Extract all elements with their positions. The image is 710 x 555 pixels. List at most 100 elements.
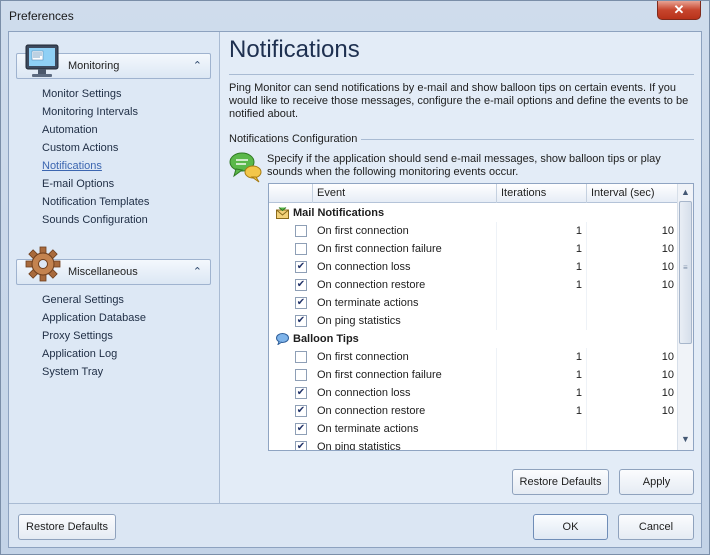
config-description: Specify if the application should send e…: [267, 153, 661, 178]
event-checkbox[interactable]: [295, 243, 307, 255]
close-button[interactable]: ✕: [657, 1, 701, 20]
event-checkbox[interactable]: ✔: [295, 423, 307, 435]
interval-cell[interactable]: [587, 438, 678, 450]
scroll-up-arrow-icon[interactable]: ▲: [681, 187, 690, 197]
interval-cell[interactable]: 10: [587, 240, 678, 258]
restore-defaults-button[interactable]: Restore Defaults: [512, 469, 609, 495]
nav-item-application-log[interactable]: Application Log: [42, 345, 146, 363]
event-checkbox[interactable]: ✔: [295, 405, 307, 417]
nav-item-system-tray[interactable]: System Tray: [42, 363, 146, 381]
footer-restore-defaults-button[interactable]: Restore Defaults: [18, 514, 116, 540]
balloon-tip-icon: [276, 333, 289, 345]
collapse-chevron-icon[interactable]: ⌃: [193, 59, 202, 72]
nav-item-notifications[interactable]: Notifications: [42, 157, 149, 175]
nav-group-miscellaneous-header[interactable]: Miscellaneous ⌃: [16, 246, 211, 285]
interval-cell[interactable]: [587, 420, 678, 438]
interval-cell[interactable]: [587, 294, 678, 312]
title-divider: [229, 74, 694, 75]
event-checkbox[interactable]: [295, 369, 307, 381]
iterations-cell[interactable]: 1: [497, 366, 587, 384]
nav-item-proxy-settings[interactable]: Proxy Settings: [42, 327, 146, 345]
interval-cell[interactable]: [587, 312, 678, 330]
event-cell: On terminate actions: [313, 420, 497, 438]
event-checkbox[interactable]: ✔: [295, 261, 307, 273]
interval-cell[interactable]: 10: [587, 276, 678, 294]
event-cell: On connection restore: [313, 276, 497, 294]
event-cell: On connection loss: [313, 384, 497, 402]
cancel-button[interactable]: Cancel: [618, 514, 694, 540]
apply-button[interactable]: Apply: [619, 469, 694, 495]
column-header-event[interactable]: Event: [313, 184, 497, 203]
iterations-cell[interactable]: 1: [497, 222, 587, 240]
iterations-cell[interactable]: 1: [497, 258, 587, 276]
nav-item-monitor-settings[interactable]: Monitor Settings: [42, 85, 149, 103]
monitor-icon: [25, 44, 59, 77]
checkbox-cell: ✔: [269, 420, 313, 438]
event-checkbox[interactable]: ✔: [295, 441, 307, 450]
table-row[interactable]: On first connection failure 1 10: [269, 240, 678, 258]
event-checkbox[interactable]: ✔: [295, 315, 307, 327]
iterations-cell[interactable]: 1: [497, 348, 587, 366]
iterations-cell[interactable]: 1: [497, 240, 587, 258]
nav-group-monitoring-header[interactable]: Monitoring ⌃: [16, 44, 211, 79]
nav-item-application-database[interactable]: Application Database: [42, 309, 146, 327]
iterations-cell[interactable]: 1: [497, 384, 587, 402]
nav-item-notification-templates[interactable]: Notification Templates: [42, 193, 149, 211]
iterations-cell[interactable]: 1: [497, 276, 587, 294]
ok-button[interactable]: OK: [533, 514, 608, 540]
interval-cell[interactable]: 10: [587, 366, 678, 384]
nav-item-sounds-configuration[interactable]: Sounds Configuration: [42, 211, 149, 229]
checkbox-cell: [269, 348, 313, 366]
table-row[interactable]: ✔ On ping statistics: [269, 312, 678, 330]
collapse-chevron-icon[interactable]: ⌃: [193, 265, 202, 278]
grid-header: Event Iterations Interval (sec): [269, 184, 678, 203]
checkbox-cell: ✔: [269, 384, 313, 402]
table-row[interactable]: ✔ On terminate actions: [269, 420, 678, 438]
grid-group-row[interactable]: Balloon Tips: [269, 330, 678, 348]
iterations-cell[interactable]: 1: [497, 402, 587, 420]
checkbox-cell: [269, 366, 313, 384]
table-row[interactable]: On first connection failure 1 10: [269, 366, 678, 384]
table-row[interactable]: On first connection 1 10: [269, 348, 678, 366]
event-checkbox[interactable]: ✔: [295, 279, 307, 291]
event-cell: On first connection: [313, 348, 497, 366]
table-row[interactable]: ✔ On connection restore 1 10: [269, 276, 678, 294]
event-checkbox[interactable]: ✔: [295, 297, 307, 309]
column-header-interval[interactable]: Interval (sec): [587, 184, 678, 203]
nav-item-automation[interactable]: Automation: [42, 121, 149, 139]
nav-group-title: Miscellaneous: [68, 266, 138, 278]
table-row[interactable]: ✔ On terminate actions: [269, 294, 678, 312]
nav-item-general-settings[interactable]: General Settings: [42, 291, 146, 309]
checkbox-cell: [269, 240, 313, 258]
table-row[interactable]: ✔ On ping statistics: [269, 438, 678, 450]
iterations-cell[interactable]: [497, 420, 587, 438]
notifications-grid[interactable]: Event Iterations Interval (sec) Mail Not…: [268, 183, 694, 451]
interval-cell[interactable]: 10: [587, 384, 678, 402]
table-row[interactable]: ✔ On connection restore 1 10: [269, 402, 678, 420]
dialog-client: Monitoring ⌃ Monitor Settings Monitoring…: [8, 31, 702, 548]
table-row[interactable]: On first connection 1 10: [269, 222, 678, 240]
table-row[interactable]: ✔ On connection loss 1 10: [269, 384, 678, 402]
interval-cell[interactable]: 10: [587, 258, 678, 276]
iterations-cell[interactable]: [497, 312, 587, 330]
table-row[interactable]: ✔ On connection loss 1 10: [269, 258, 678, 276]
scrollbar-thumb[interactable]: ≡: [679, 201, 692, 344]
nav-item-custom-actions[interactable]: Custom Actions: [42, 139, 149, 157]
event-checkbox[interactable]: [295, 351, 307, 363]
column-header-iterations[interactable]: Iterations: [497, 184, 587, 203]
column-header-checkbox[interactable]: [269, 184, 313, 203]
iterations-cell[interactable]: [497, 294, 587, 312]
interval-cell[interactable]: 10: [587, 222, 678, 240]
scroll-down-arrow-icon[interactable]: ▼: [681, 434, 690, 444]
event-checkbox[interactable]: [295, 225, 307, 237]
event-checkbox[interactable]: ✔: [295, 387, 307, 399]
nav-item-email-options[interactable]: E-mail Options: [42, 175, 149, 193]
nav-item-monitoring-intervals[interactable]: Monitoring Intervals: [42, 103, 149, 121]
iterations-cell[interactable]: [497, 438, 587, 450]
grid-group-row[interactable]: Mail Notifications: [269, 204, 678, 222]
interval-cell[interactable]: 10: [587, 402, 678, 420]
checkbox-cell: [269, 222, 313, 240]
interval-cell[interactable]: 10: [587, 348, 678, 366]
title-bar[interactable]: Preferences ✕: [1, 1, 709, 31]
grid-vertical-scrollbar[interactable]: ▲ ≡ ▼: [677, 184, 693, 450]
